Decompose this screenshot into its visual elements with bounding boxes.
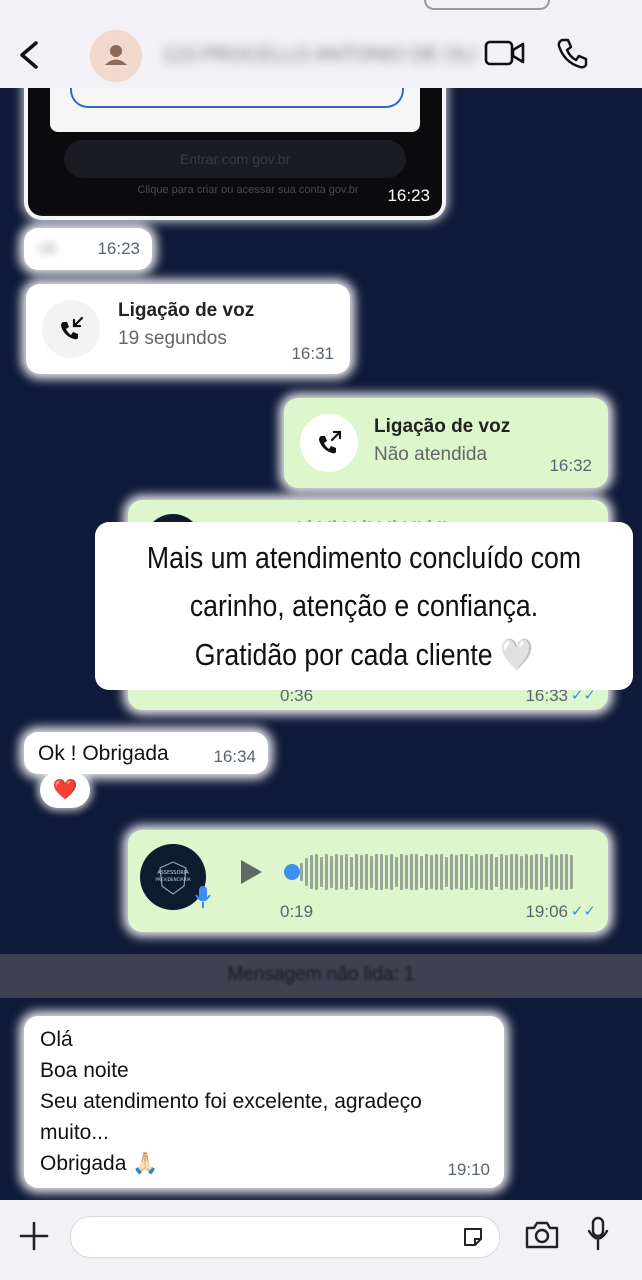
reaction-emoji: ❤️ [52,779,78,801]
incoming-call-icon [61,316,84,340]
composer-bar [0,1200,642,1280]
logo-text-2: PREVIDENCIÁRIA [155,877,190,882]
message-time: 16:32 [549,456,592,475]
sticker-icon[interactable] [461,1225,485,1249]
read-ticks: ✓✓ [570,903,596,920]
gov-login-button[interactable]: Entrar com gov.br [64,140,406,178]
call-duration: 19 segundos [118,328,227,349]
call-title: Ligação de voz [374,416,511,437]
audio-duration: 0:19 [280,902,314,921]
message-line: Boa noite [40,1059,129,1082]
outgoing-call-bubble[interactable]: Ligação de voz Não atendida 16:32 [284,398,608,488]
incoming-call-icon-circle [42,300,100,358]
person-icon [105,45,127,65]
unread-divider: Mensagem não lida: 1 [0,954,642,998]
gov-login-label: Entrar com gov.br [179,151,291,167]
blurred-message-bubble[interactable]: ok 16:23 [24,228,152,270]
avatar[interactable] [90,30,142,82]
status-bar-pill [424,0,550,10]
message-line: Olá [40,1028,73,1051]
message-time: 19:06 [525,902,568,921]
caption-line: Mais um atendimento concluído com [146,540,582,575]
message-text: Ok ! Obrigada [38,742,169,765]
microphone-badge-icon [195,886,211,908]
ok-message-bubble[interactable]: Ok ! Obrigada 16:34 [24,732,268,774]
message-time: 16:23 [97,239,140,258]
chevron-left-icon[interactable] [16,40,42,70]
message-line: Seu atendimento foi excelente, agradeço [40,1090,422,1113]
chat-header: 123 PROCELLO ANTONIO DE OLI [0,0,642,89]
heart-reaction[interactable]: ❤️ [40,772,90,808]
unread-label: Mensagem não lida: 1 [227,964,415,985]
camera-icon[interactable] [524,1220,560,1250]
logo-text-1: ASSESSORIA [157,870,189,876]
video-camera-icon[interactable] [484,38,526,70]
dialog-card: OK [50,88,420,132]
message-time: 19:10 [447,1160,490,1179]
outgoing-call-icon-circle [300,414,358,472]
message-time: 16:34 [213,747,256,766]
microphone-icon[interactable] [586,1216,610,1252]
plus-icon[interactable] [18,1220,50,1252]
incoming-call-bubble[interactable]: Ligação de voz 19 segundos 16:31 [26,284,350,374]
image-message-bubble[interactable]: OK Entrar com gov.br Clique para criar o… [28,88,442,216]
play-icon[interactable] [238,858,264,886]
message-time: 16:31 [291,344,334,363]
text-message-bubble[interactable]: Olá Boa noite Seu atendimento foi excele… [24,1016,504,1188]
message-line: muito... [40,1121,109,1144]
call-title: Ligação de voz [118,300,255,321]
message-input[interactable] [70,1216,500,1258]
audio-progress-dot[interactable] [284,864,300,880]
message-line: Obrigada 🙏🏻 [40,1152,159,1175]
gov-hint: Clique para criar ou acessar sua conta g… [137,184,359,196]
message-time: 16:23 [387,186,430,205]
caption-line: Gratidão por cada cliente 🤍 [194,637,534,672]
outgoing-call-icon [319,430,342,454]
call-status: Não atendida [374,444,488,465]
story-caption-overlay: Mais um atendimento concluído com carinh… [95,522,633,690]
caption-line: carinho, atenção e confiança. [189,588,539,623]
audio-waveform [300,852,573,892]
blurred-text: ok [38,238,58,258]
phone-icon[interactable] [556,36,590,70]
ok-button[interactable]: OK [70,88,404,108]
contact-name[interactable]: 123 PROCELLO ANTONIO DE OLI [162,44,482,68]
voice-message-bubble[interactable]: ASSESSORIA PREVIDENCIÁRIA 0:19 19:06 ✓✓ [128,830,608,932]
